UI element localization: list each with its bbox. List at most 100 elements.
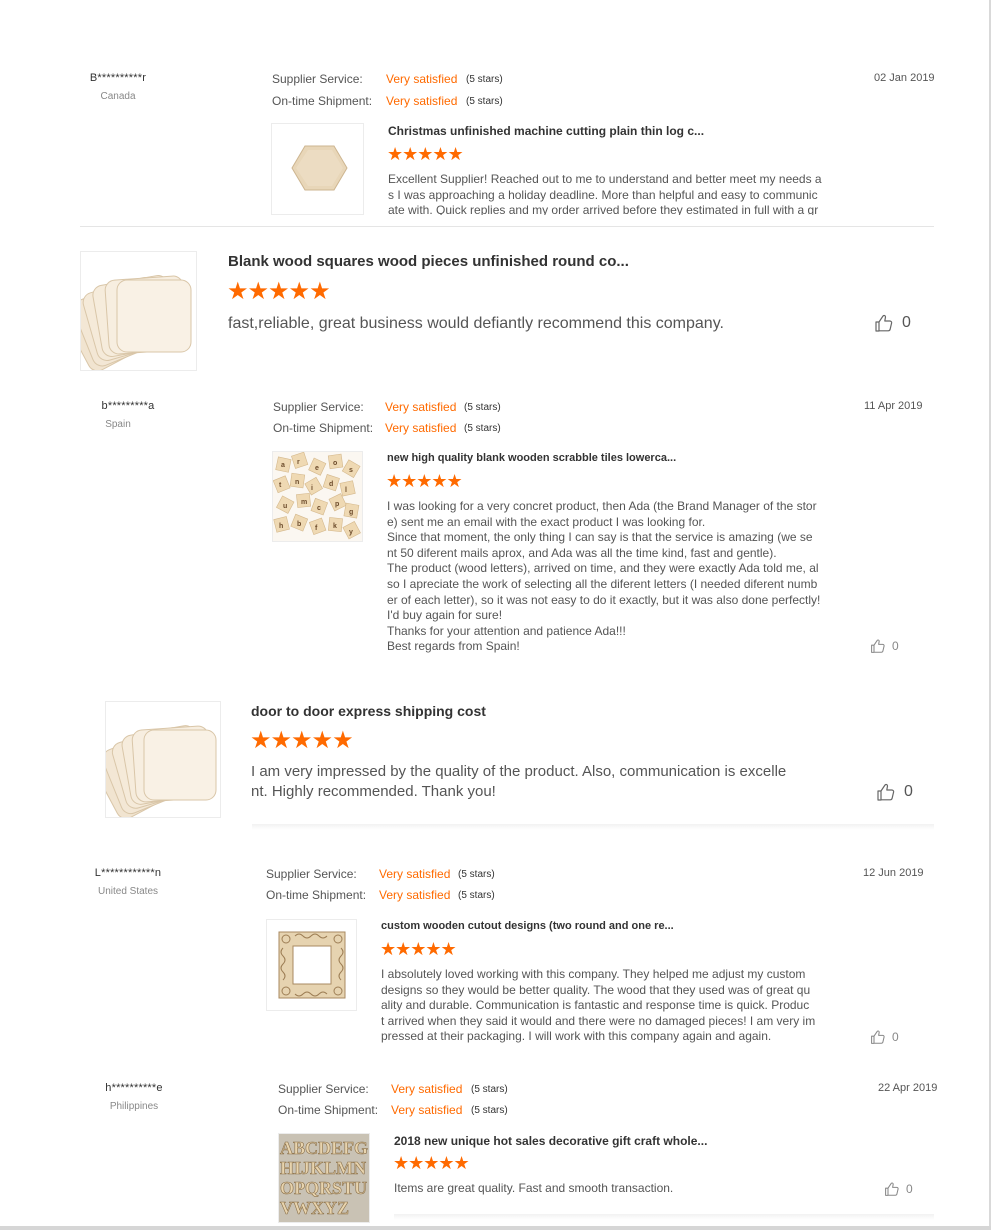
supplier-service-stars: (5 stars) <box>466 74 503 85</box>
buyer-name: h**********e <box>105 1082 163 1094</box>
review-text: I absolutely loved working with this com… <box>381 967 821 1045</box>
review-text-line: Thanks for your attention and patience A… <box>387 623 626 638</box>
svg-text:VWXYZ: VWXYZ <box>280 1198 349 1218</box>
review-date: 12 Jun 2019 <box>863 867 924 879</box>
review-date: 02 Jan 2019 <box>874 72 935 84</box>
product-thumbnail[interactable] <box>105 701 221 818</box>
review-text-line: pressed at their packaging. I will work … <box>381 1029 772 1044</box>
shipment-value: Very satisfied <box>386 94 458 108</box>
like-count: 0 <box>906 1182 913 1196</box>
supplier-service-label: Supplier Service: <box>272 72 363 86</box>
like-count: 0 <box>902 314 911 331</box>
shipment-value: Very satisfied <box>379 888 451 902</box>
svg-text:r: r <box>297 459 300 466</box>
wooden-letters-image: ABCDEFG HIJKLMN OPQRSTU VWXYZ <box>279 1134 369 1222</box>
like-button[interactable]: 0 <box>870 1029 899 1045</box>
product-title-link[interactable]: door to door express shipping cost <box>251 703 486 719</box>
buyer-name: L************n <box>94 867 162 879</box>
supplier-service-value: Very satisfied <box>386 72 458 86</box>
like-count: 0 <box>904 783 913 800</box>
product-thumbnail[interactable]: areos tnidl umcpg hbfky <box>272 451 363 542</box>
svg-text:c: c <box>317 505 321 512</box>
product-thumbnail[interactable] <box>266 919 357 1011</box>
review-text: I was looking for a very concret product… <box>387 499 827 655</box>
rating-stars: ★★★★★ <box>380 939 457 959</box>
buyer-country: Canada <box>100 91 136 102</box>
like-button[interactable]: 0 <box>876 782 913 802</box>
svg-text:OPQRSTU: OPQRSTU <box>280 1178 367 1198</box>
shipment-label: On-time Shipment: <box>273 421 374 435</box>
like-count: 0 <box>892 1030 899 1044</box>
review-text-line: The product (wood letters), arrived on t… <box>387 561 819 576</box>
scrabble-tiles-image: a reos t nidl umcpg h bf ky <box>273 452 362 541</box>
svg-text:o: o <box>333 460 337 467</box>
review-date: 11 Apr 2019 <box>864 400 923 412</box>
product-title-link[interactable]: new high quality blank wooden scrabble t… <box>387 452 676 464</box>
product-title-link[interactable]: Blank wood squares wood pieces unfinishe… <box>228 253 629 270</box>
review-divider <box>80 226 934 227</box>
shipment-stars: (5 stars) <box>471 1105 508 1116</box>
shipment-stars: (5 stars) <box>464 423 501 434</box>
svg-text:y: y <box>349 529 353 536</box>
buyer-name: b*********a <box>101 400 155 412</box>
shipment-stars: (5 stars) <box>458 890 495 901</box>
product-title-link[interactable]: Christmas unfinished machine cutting pla… <box>388 124 704 138</box>
review-text-line: Best regards from Spain! <box>387 639 520 654</box>
svg-text:ABCDEFG: ABCDEFG <box>280 1138 368 1158</box>
like-button[interactable]: 0 <box>874 313 911 333</box>
like-button[interactable]: 0 <box>870 638 899 654</box>
like-count: 0 <box>892 639 899 653</box>
review-text-line: nt 50 diferent mails aprox, and Ada was … <box>387 545 777 560</box>
like-button[interactable]: 0 <box>884 1181 913 1197</box>
svg-text:e: e <box>315 465 319 472</box>
product-title-link[interactable]: 2018 new unique hot sales decorative gif… <box>394 1134 707 1148</box>
svg-text:i: i <box>311 485 313 492</box>
review-text-line: fast,reliable, great business would defi… <box>228 315 724 332</box>
rating-stars: ★★★★★ <box>393 1153 470 1173</box>
review-text-line: Items are great quality. Fast and smooth… <box>394 1181 674 1195</box>
review-date: 22 Apr 2019 <box>878 1082 938 1094</box>
thumbs-up-icon <box>875 314 893 332</box>
svg-text:m: m <box>301 499 307 506</box>
shipment-label: On-time Shipment: <box>266 888 367 902</box>
svg-text:n: n <box>295 479 299 486</box>
buyer-country: Philippines <box>109 1101 159 1112</box>
supplier-service-value: Very satisfied <box>385 400 457 414</box>
product-thumbnail[interactable] <box>80 251 197 371</box>
review-text-line: s I was approaching a holiday deadline. … <box>388 187 818 202</box>
rating-stars: ★★★★★ <box>227 278 331 305</box>
svg-text:b: b <box>297 521 301 528</box>
svg-text:h: h <box>279 523 283 530</box>
supplier-service-value: Very satisfied <box>379 867 451 881</box>
review-text: Excellent Supplier! Reached out to me to… <box>388 172 828 215</box>
review-text-line: ality and durable. Communication is fant… <box>381 998 810 1013</box>
hexagon-wood-image <box>291 145 348 191</box>
supplier-service-label: Supplier Service: <box>273 400 364 414</box>
buyer-name: B**********r <box>89 72 147 84</box>
svg-text:k: k <box>333 523 337 530</box>
review-text-line: ate with. Quick replies and my order arr… <box>388 203 819 216</box>
review-text-line: e) sent me an email with the exact produ… <box>387 514 706 529</box>
thumbs-up-icon <box>871 639 885 653</box>
review-text-line: er of each letter), so it was not easy t… <box>387 592 821 607</box>
product-thumbnail[interactable]: ABCDEFG HIJKLMN OPQRSTU VWXYZ <box>278 1133 370 1223</box>
supplier-service-label: Supplier Service: <box>266 867 357 881</box>
svg-text:g: g <box>349 509 353 516</box>
product-title-link[interactable]: custom wooden cutout designs (two round … <box>381 920 674 932</box>
supplier-service-stars: (5 stars) <box>458 869 495 880</box>
review-text-line: nt. Highly recommended. Thank you! <box>251 783 496 800</box>
review-text-line: Excellent Supplier! Reached out to me to… <box>388 172 822 186</box>
product-thumbnail[interactable] <box>271 123 364 215</box>
supplier-service-value: Very satisfied <box>391 1082 463 1096</box>
rating-stars: ★★★★★ <box>386 471 463 491</box>
supplier-service-stars: (5 stars) <box>471 1084 508 1095</box>
shipment-value: Very satisfied <box>385 421 457 435</box>
wood-squares-image <box>106 725 217 817</box>
wood-squares-image <box>81 275 192 370</box>
rating-stars: ★★★★★ <box>250 727 354 754</box>
shipment-label: On-time Shipment: <box>272 94 373 108</box>
review-text-line: t arrived when they said it would and th… <box>381 1013 816 1028</box>
svg-text:s: s <box>349 467 353 474</box>
shipment-stars: (5 stars) <box>466 96 503 107</box>
svg-text:l: l <box>345 487 347 494</box>
